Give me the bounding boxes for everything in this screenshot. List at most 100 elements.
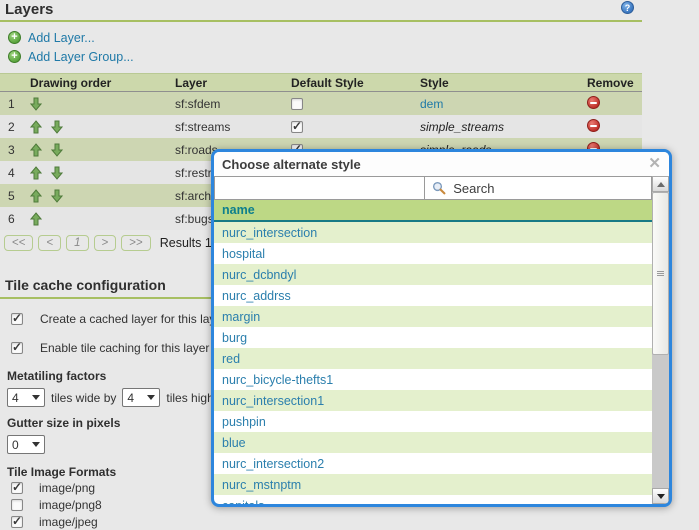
gutter-select[interactable]: 0 — [7, 435, 45, 454]
row-number: 6 — [8, 211, 15, 226]
add-layer-group-label: Add Layer Group... — [28, 49, 134, 64]
add-icon: + — [8, 31, 21, 44]
search-strip: Search — [214, 176, 652, 200]
row-number: 2 — [8, 119, 15, 134]
move-up-icon[interactable] — [30, 142, 42, 157]
row-number: 5 — [8, 188, 15, 203]
name-column-label[interactable]: name — [222, 203, 255, 217]
move-up-icon[interactable] — [30, 165, 42, 180]
image-png8-label: image/png8 — [39, 498, 102, 512]
next-page-button[interactable]: > — [93, 235, 117, 251]
style-list-item[interactable]: blue — [214, 432, 652, 453]
dialog-scrollbar — [652, 176, 669, 504]
dialog-body: Search name nurc_intersection hospital n… — [214, 176, 669, 504]
move-down-icon[interactable] — [30, 97, 42, 111]
chevron-down-icon — [32, 395, 40, 400]
add-layer-group-link[interactable]: + Add Layer Group... — [8, 47, 642, 66]
move-down-icon[interactable] — [51, 143, 63, 157]
style-list-item[interactable]: nurc_intersection2 — [214, 453, 652, 474]
first-page-button[interactable]: << — [4, 235, 34, 251]
scrollbar-grip-icon — [657, 270, 664, 277]
row-number: 4 — [8, 165, 15, 180]
tiles-high-value: 4 — [127, 390, 135, 405]
style-list-item[interactable]: nurc_intersection — [214, 222, 652, 243]
col-remove: Remove — [587, 75, 634, 90]
move-up-icon[interactable] — [30, 211, 42, 226]
remove-icon[interactable] — [587, 118, 600, 132]
row-number: 1 — [8, 96, 15, 111]
prev-page-button[interactable]: < — [38, 235, 62, 251]
scrollbar-track[interactable] — [652, 355, 669, 488]
tiles-high-text: tiles high — [166, 390, 214, 405]
scrollbar-thumb[interactable] — [652, 192, 669, 355]
scroll-down-button[interactable] — [652, 488, 669, 504]
image-jpeg-label: image/jpeg — [39, 515, 98, 529]
style-list-item[interactable]: nurc_addrss — [214, 285, 652, 306]
chevron-down-icon — [147, 395, 156, 400]
dialog-titlebar: Choose alternate style ✕ — [214, 152, 669, 176]
layers-page: Layers ? + Add Layer... + Add Layer Grou… — [0, 0, 672, 530]
image-png8-checkbox[interactable] — [11, 499, 23, 511]
add-icon: + — [8, 50, 21, 63]
last-page-button[interactable]: >> — [121, 235, 151, 251]
gutter-value: 0 — [12, 437, 19, 452]
move-down-icon[interactable] — [51, 166, 63, 180]
choose-style-dialog: Choose alternate style ✕ Search name nur… — [211, 149, 672, 507]
tiles-high-select[interactable]: 4 — [122, 388, 161, 407]
layer-name: sf:sfdem — [175, 96, 221, 111]
default-style-checkbox[interactable] — [291, 119, 303, 134]
style-list-item[interactable]: burg — [214, 327, 652, 348]
style-list-item[interactable]: red — [214, 348, 652, 369]
move-up-icon[interactable] — [30, 188, 42, 203]
style-filter-input[interactable] — [215, 177, 425, 199]
style-list-item[interactable]: margin — [214, 306, 652, 327]
remove-icon[interactable] — [587, 95, 600, 109]
tiles-wide-text: tiles wide by — [51, 390, 117, 405]
move-down-icon[interactable] — [51, 189, 63, 203]
close-icon[interactable]: ✕ — [648, 156, 661, 171]
col-default-style: Default Style — [291, 75, 364, 90]
enable-tile-caching-checkbox[interactable] — [11, 340, 23, 354]
page-header: Layers ? — [0, 0, 642, 22]
style-link[interactable]: simple_streams — [420, 120, 504, 134]
enable-tile-caching-label: Enable tile caching for this layer — [40, 341, 210, 355]
page-title: Layers — [5, 1, 54, 18]
style-link[interactable]: dem — [420, 97, 443, 111]
style-list-item[interactable]: nurc_mstnptm — [214, 474, 652, 495]
current-page-button[interactable]: 1 — [66, 235, 89, 251]
move-up-icon[interactable] — [30, 119, 42, 134]
row-number: 3 — [8, 142, 15, 157]
style-list-panel: Search name nurc_intersection hospital n… — [214, 176, 652, 504]
style-list-item[interactable]: nurc_bicycle-thefts1 — [214, 369, 652, 390]
style-list-item[interactable]: capitals — [214, 495, 652, 505]
col-style: Style — [420, 75, 449, 90]
name-column-header: name — [214, 200, 652, 222]
search-box[interactable]: Search — [424, 177, 651, 199]
table-row: 2 sf:streams simple_streams — [0, 115, 642, 138]
tiles-wide-value: 4 — [12, 390, 19, 405]
search-icon — [433, 181, 446, 195]
image-png-label: image/png — [39, 481, 96, 495]
move-down-icon[interactable] — [51, 120, 63, 134]
add-layer-link[interactable]: + Add Layer... — [8, 28, 642, 47]
style-list-item[interactable]: hospital — [214, 243, 652, 264]
default-style-checkbox[interactable] — [291, 98, 303, 111]
format-row: image/jpeg — [0, 514, 642, 530]
chevron-down-icon — [32, 442, 40, 447]
tiles-wide-select[interactable]: 4 — [7, 388, 45, 407]
layer-name: sf:streams — [175, 119, 231, 134]
image-png-checkbox[interactable] — [11, 480, 23, 494]
add-layer-label: Add Layer... — [28, 30, 95, 45]
style-list-item[interactable]: pushpin — [214, 411, 652, 432]
scroll-up-button[interactable] — [652, 176, 669, 192]
col-layer: Layer — [175, 75, 208, 90]
create-cached-layer-checkbox[interactable] — [11, 311, 23, 325]
style-list-item[interactable]: nurc_dcbndyl — [214, 264, 652, 285]
arrow-down-icon — [656, 493, 665, 499]
help-icon[interactable]: ? — [621, 1, 634, 14]
table-row: 1 sf:sfdem dem — [0, 92, 642, 115]
dialog-title: Choose alternate style — [222, 156, 361, 172]
style-list-item[interactable]: nurc_intersection1 — [214, 390, 652, 411]
add-links: + Add Layer... + Add Layer Group... — [0, 22, 642, 69]
image-jpeg-checkbox[interactable] — [11, 514, 23, 528]
